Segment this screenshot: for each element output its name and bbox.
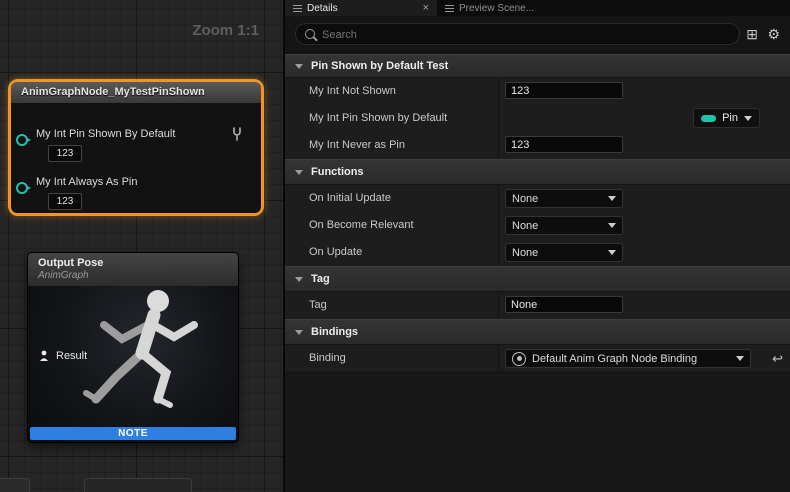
output-pose-title: Output Pose [38, 256, 238, 270]
tab-bar: Details × Preview Scene... [285, 0, 790, 16]
chevron-down-icon [608, 223, 616, 228]
chevron-down-icon [608, 196, 616, 201]
property-row: On Become Relevant None [285, 212, 790, 240]
category-header-bindings[interactable]: Bindings [285, 319, 790, 345]
pin-mode-dropdown[interactable]: Pin [693, 108, 760, 128]
reset-to-default-icon[interactable]: ↩ [772, 350, 783, 367]
category-title: Functions [311, 166, 364, 178]
category-title: Tag [311, 273, 330, 285]
unreal-editor-window: Zoom 1:1 AnimGraphNode_MyTestPinShown My… [0, 0, 790, 492]
pose-pin-icon [38, 350, 50, 362]
promote-to-pin-icon[interactable] [230, 127, 244, 144]
tag-input[interactable] [505, 296, 623, 313]
property-label: My Int Not Shown [309, 78, 396, 104]
int-value-input[interactable] [505, 136, 623, 153]
tab-preview-scene[interactable]: Preview Scene... [437, 0, 587, 16]
partial-node[interactable] [0, 478, 30, 492]
settings-gear-icon[interactable]: ⚙ [767, 24, 780, 44]
category-header-pin-shown[interactable]: Pin Shown by Default Test [285, 54, 790, 78]
preview-scene-tab-icon [445, 5, 454, 12]
details-tab-icon [293, 5, 302, 12]
property-label: Binding [309, 345, 346, 371]
chevron-down-icon [608, 250, 616, 255]
search-input[interactable] [320, 24, 731, 46]
view-options-grid-icon[interactable]: ⊞ [746, 24, 758, 44]
result-pin[interactable]: Result [38, 350, 87, 362]
property-label: On Become Relevant [309, 212, 414, 238]
output-pose-node[interactable]: Output Pose AnimGraph [27, 252, 239, 443]
int-value-input[interactable] [505, 82, 623, 99]
node-body: My Int Pin Shown By Default 123 My Int A… [11, 103, 261, 213]
dropdown-value: None [512, 247, 538, 259]
search-bar-area: ⊞ ⚙ [285, 16, 790, 53]
close-tab-icon[interactable]: × [423, 3, 429, 14]
function-dropdown[interactable]: None [505, 216, 623, 235]
property-label: On Initial Update [309, 185, 391, 211]
category-header-functions[interactable]: Functions [285, 159, 790, 185]
property-row: Tag [285, 292, 790, 320]
chevron-down-icon [295, 64, 303, 69]
chevron-down-icon [295, 170, 303, 175]
dropdown-value: None [512, 193, 538, 205]
search-icon [305, 29, 315, 39]
category-title: Bindings [311, 326, 358, 338]
tab-label: Preview Scene... [459, 3, 534, 14]
dropdown-value: None [512, 220, 538, 232]
chevron-down-icon [744, 116, 752, 121]
pin-label: My Int Always As Pin [36, 176, 137, 188]
property-row: Binding Default Anim Graph Node Binding … [285, 345, 790, 373]
partial-node[interactable] [84, 478, 192, 492]
tab-details[interactable]: Details × [285, 0, 437, 16]
zoom-level-label: Zoom 1:1 [192, 22, 259, 39]
property-label: Tag [309, 292, 327, 318]
pin-value-box[interactable]: 123 [48, 193, 82, 210]
property-row: On Initial Update None [285, 185, 790, 213]
property-row: My Int Never as Pin [285, 132, 790, 160]
function-dropdown[interactable]: None [505, 243, 623, 262]
chevron-down-icon [295, 330, 303, 335]
function-dropdown[interactable]: None [505, 189, 623, 208]
int-pin-icon[interactable] [16, 134, 28, 146]
pin-label: My Int Pin Shown By Default [36, 128, 175, 140]
property-row: My Int Not Shown [285, 78, 790, 106]
anim-graph-canvas[interactable]: Zoom 1:1 AnimGraphNode_MyTestPinShown My… [0, 0, 285, 492]
result-pin-label: Result [56, 350, 87, 362]
pin-value-box[interactable]: 123 [48, 145, 82, 162]
property-label: On Update [309, 239, 362, 265]
category-title: Pin Shown by Default Test [311, 60, 448, 72]
binding-value: Default Anim Graph Node Binding [532, 353, 697, 365]
property-label: My Int Pin Shown by Default [309, 105, 447, 131]
binding-icon [512, 352, 526, 366]
details-panel: Details × Preview Scene... ⊞ ⚙ Pin Shown… [285, 0, 790, 492]
chevron-down-icon [736, 356, 744, 361]
property-row: On Update None [285, 239, 790, 267]
pin-mode-value: Pin [722, 112, 738, 124]
int-pin-icon[interactable] [16, 182, 28, 194]
property-label: My Int Never as Pin [309, 132, 405, 158]
search-box[interactable] [295, 23, 740, 45]
tab-label: Details [307, 3, 338, 14]
category-header-tag[interactable]: Tag [285, 266, 790, 292]
property-row: My Int Pin Shown by Default Pin [285, 105, 790, 133]
binding-dropdown[interactable]: Default Anim Graph Node Binding [505, 349, 751, 368]
node-title[interactable]: AnimGraphNode_MyTestPinShown [11, 82, 261, 103]
chevron-down-icon [295, 277, 303, 282]
anim-graph-node-selected[interactable]: AnimGraphNode_MyTestPinShown My Int Pin … [8, 79, 264, 216]
note-banner: NOTE [30, 427, 236, 440]
pin-icon [701, 115, 716, 122]
